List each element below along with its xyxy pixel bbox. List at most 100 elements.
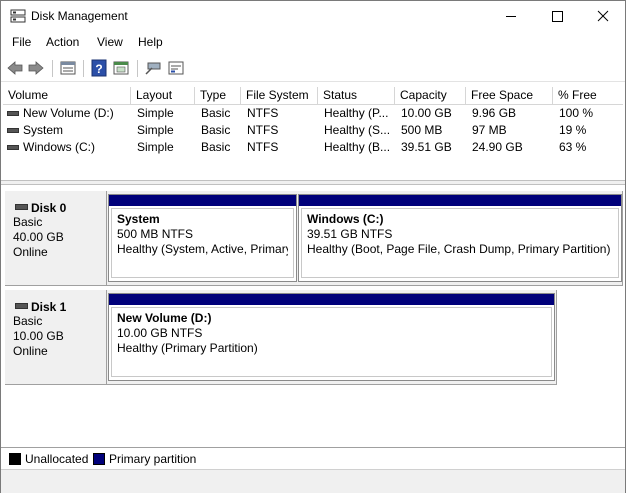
partition-status: Healthy (System, Active, Primary <box>117 242 288 256</box>
cell-volume: Windows (C:) <box>23 140 96 154</box>
cell-capacity: 10.00 GB <box>401 106 452 120</box>
cell-file-system: NTFS <box>247 106 279 120</box>
cell-capacity: 500 MB <box>401 123 443 137</box>
cell-status: Healthy (P... <box>324 106 389 120</box>
disk-status: Online <box>13 245 48 259</box>
legend-primary-partition: Primary partition <box>109 452 197 466</box>
cell-status: Healthy (S... <box>324 123 391 137</box>
partition-name: Windows (C:) <box>307 212 384 226</box>
column-header-file-system[interactable]: File System <box>241 87 318 105</box>
minimize-icon <box>506 16 516 17</box>
properties-button[interactable] <box>58 59 78 77</box>
back-button[interactable] <box>5 59 25 77</box>
rescan-button[interactable] <box>143 59 163 77</box>
primary-partition-bar <box>109 195 296 206</box>
cell-layout: Simple <box>137 123 174 137</box>
partition-new-volume[interactable]: New Volume (D:) 10.00 GB NTFS Healthy (P… <box>108 293 555 381</box>
disk-management-icon <box>10 9 26 23</box>
menu-action[interactable]: Action <box>46 35 79 49</box>
svg-text:?: ? <box>95 62 102 76</box>
disk-type: Basic <box>13 215 43 229</box>
partition-size: 10.00 GB NTFS <box>117 326 203 340</box>
close-icon <box>597 10 609 22</box>
toolbar: ? <box>1 56 625 82</box>
disk-size: 40.00 GB <box>13 230 64 244</box>
volume-list[interactable]: Volume Layout Type File System Status Ca… <box>3 87 623 179</box>
disk-graphical-view[interactable]: Disk 0 Basic 40.00 GB Online System 500 … <box>3 187 623 443</box>
disk-type: Basic <box>13 314 43 328</box>
maximize-icon <box>552 11 563 22</box>
cell-free-space: 9.96 GB <box>472 106 517 120</box>
title-bar[interactable]: Disk Management <box>1 1 625 31</box>
partition-size: 500 MB NTFS <box>117 227 194 241</box>
rescan-icon <box>145 62 161 75</box>
column-header-percent-free[interactable]: % Free <box>553 87 623 105</box>
partition-name: System <box>117 212 160 226</box>
settings-icon <box>168 61 184 75</box>
disk-status: Online <box>13 344 48 358</box>
cell-capacity: 39.51 GB <box>401 140 452 154</box>
cell-layout: Simple <box>137 140 174 154</box>
cell-type: Basic <box>201 106 231 120</box>
partition-windows[interactable]: Windows (C:) 39.51 GB NTFS Healthy (Boot… <box>298 194 622 282</box>
primary-partition-swatch <box>93 453 105 465</box>
pane-splitter[interactable] <box>1 180 625 185</box>
menu-view[interactable]: View <box>97 35 123 49</box>
partition-status: Healthy (Boot, Page File, Crash Dump, Pr… <box>307 242 611 256</box>
cell-percent-free: 63 % <box>559 140 587 154</box>
disk-size: 10.00 GB <box>13 329 64 343</box>
status-bar <box>1 469 625 493</box>
cell-layout: Simple <box>137 106 174 120</box>
close-button[interactable] <box>580 1 626 31</box>
disk-1-partitions: New Volume (D:) 10.00 GB NTFS Healthy (P… <box>107 290 557 385</box>
column-header-status[interactable]: Status <box>318 87 395 105</box>
cell-percent-free: 100 % <box>559 106 594 120</box>
legend-unallocated: Unallocated <box>25 452 89 466</box>
cell-free-space: 97 MB <box>472 123 507 137</box>
disk-icon <box>15 204 28 210</box>
toolbar-separator <box>52 60 53 77</box>
forward-button[interactable] <box>26 59 46 77</box>
column-header-volume[interactable]: Volume <box>3 87 131 105</box>
disk-name: Disk 0 <box>31 201 67 215</box>
toolbar-separator <box>83 60 84 77</box>
menu-help[interactable]: Help <box>138 35 163 49</box>
column-header-free-space[interactable]: Free Space <box>466 87 553 105</box>
help-button[interactable]: ? <box>89 59 109 77</box>
primary-partition-bar <box>109 294 554 305</box>
disk-0-label[interactable]: Disk 0 Basic 40.00 GB Online <box>5 191 107 286</box>
toolbar-separator <box>137 60 138 77</box>
column-header-type[interactable]: Type <box>195 87 241 105</box>
cell-type: Basic <box>201 123 231 137</box>
legend: Unallocated Primary partition <box>1 447 625 469</box>
partition-system[interactable]: System 500 MB NTFS Healthy (System, Acti… <box>108 194 297 282</box>
menu-bar: File Action View Help <box>1 31 625 53</box>
partition-name: New Volume (D:) <box>117 311 212 325</box>
disk-management-window: Disk Management File Action View Help ? <box>0 0 626 493</box>
menu-file[interactable]: File <box>12 35 31 49</box>
minimize-button[interactable] <box>488 1 534 31</box>
console-button[interactable] <box>111 59 131 77</box>
cell-file-system: NTFS <box>247 123 279 137</box>
settings-button[interactable] <box>166 59 186 77</box>
column-header-capacity[interactable]: Capacity <box>395 87 466 105</box>
window-title: Disk Management <box>31 9 128 23</box>
primary-partition-bar <box>299 195 621 206</box>
column-header-layout[interactable]: Layout <box>131 87 195 105</box>
maximize-button[interactable] <box>534 1 580 31</box>
back-arrow-icon <box>7 61 23 75</box>
help-icon: ? <box>91 59 107 77</box>
disk-0-partitions: System 500 MB NTFS Healthy (System, Acti… <box>107 191 623 286</box>
cell-file-system: NTFS <box>247 140 279 154</box>
unallocated-swatch <box>9 453 21 465</box>
properties-icon <box>60 61 76 75</box>
forward-arrow-icon <box>28 61 44 75</box>
cell-percent-free: 19 % <box>559 123 587 137</box>
cell-volume: System <box>23 123 64 137</box>
disk-name: Disk 1 <box>31 300 67 314</box>
cell-status: Healthy (B... <box>324 140 391 154</box>
disk-1-label[interactable]: Disk 1 Basic 10.00 GB Online <box>5 290 107 385</box>
cell-type: Basic <box>201 140 231 154</box>
disk-icon <box>15 303 28 309</box>
partition-status: Healthy (Primary Partition) <box>117 341 258 355</box>
